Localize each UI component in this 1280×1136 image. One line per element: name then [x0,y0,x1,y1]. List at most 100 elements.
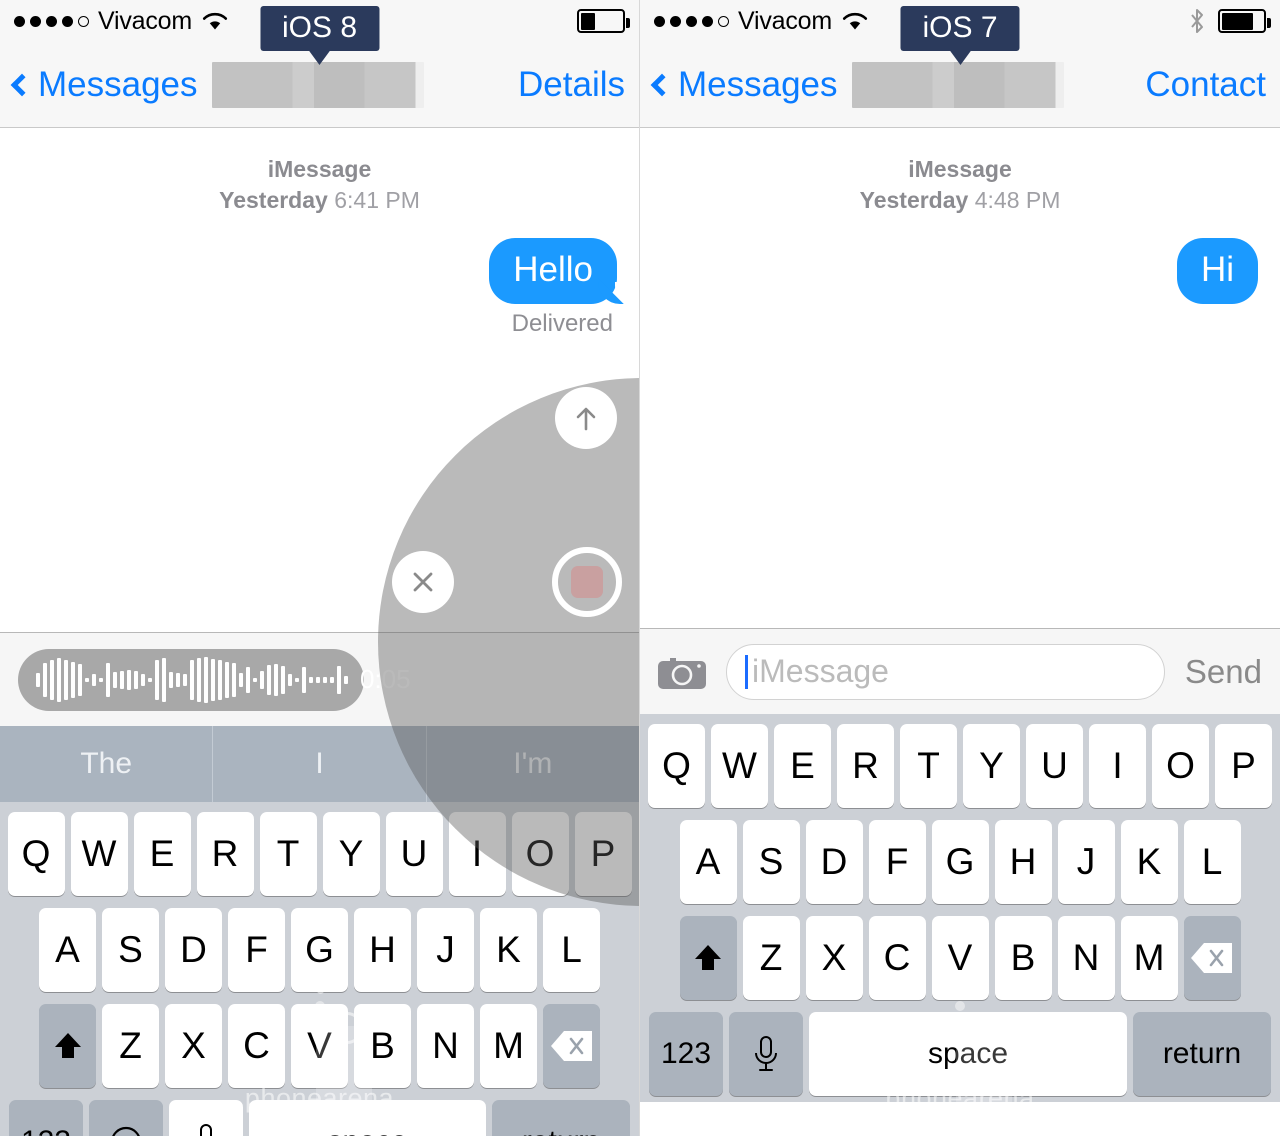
arrow-up-icon [576,407,596,431]
key-b[interactable]: B [354,1004,411,1088]
backspace-key[interactable] [1183,916,1241,1000]
key-h[interactable]: H [994,820,1052,904]
key-g[interactable]: G [931,820,989,904]
watermark-dots [314,987,325,1018]
predictive-suggestion-0[interactable]: The [0,726,214,802]
key-z[interactable]: Z [102,1004,159,1088]
dictation-key[interactable] [729,1012,803,1096]
key-q[interactable]: Q [648,724,705,808]
key-u[interactable]: U [385,812,443,896]
keyboard-row-2: ASDFGHJKL [643,820,1277,904]
key-e[interactable]: E [774,724,831,808]
timestamp-time: 4:48 PM [974,187,1061,213]
return-key[interactable]: return [1133,1012,1271,1096]
key-j[interactable]: J [1057,820,1115,904]
key-b[interactable]: B [994,916,1052,1000]
emoji-key[interactable] [89,1100,163,1136]
stop-recording-button[interactable] [552,547,622,617]
key-r[interactable]: R [837,724,894,808]
key-k[interactable]: K [1120,820,1178,904]
message-input-field[interactable]: iMessage [726,643,1165,700]
key-j[interactable]: J [417,908,474,992]
send-audio-button[interactable] [555,387,617,449]
key-o[interactable]: O [511,812,569,896]
watermark-dots [955,987,965,1018]
back-to-messages-button[interactable]: Messages [10,65,198,105]
key-f[interactable]: F [228,908,285,992]
chevron-left-icon [650,73,674,96]
key-p[interactable]: P [1215,724,1272,808]
key-s[interactable]: S [742,820,800,904]
key-m[interactable]: M [480,1004,537,1088]
keyboard-row-4: 123 space return [643,1012,1277,1096]
key-x[interactable]: X [165,1004,222,1088]
dictation-key[interactable] [169,1100,243,1136]
key-n[interactable]: N [1057,916,1115,1000]
key-u[interactable]: U [1026,724,1083,808]
timestamp: Yesterday 6:41 PM [0,187,639,214]
key-t[interactable]: T [900,724,957,808]
key-y[interactable]: Y [963,724,1020,808]
message-input-bar: iMessage Send [640,628,1280,714]
key-i[interactable]: I [448,812,506,896]
cancel-recording-button[interactable] [392,551,454,613]
space-key[interactable]: space [809,1012,1127,1096]
stop-record-icon [571,566,603,598]
key-s[interactable]: S [102,908,159,992]
delivery-status: Delivered [511,310,613,338]
details-button[interactable]: Details [518,65,625,105]
key-e[interactable]: E [133,812,191,896]
key-m[interactable]: M [1120,916,1178,1000]
version-badge-ios8: iOS 8 [259,6,380,65]
conversation-ios8: iMessage Yesterday 6:41 PM Hello Deliver… [0,128,639,632]
wifi-icon [842,11,868,31]
contact-button[interactable]: Contact [1145,65,1266,105]
signal-strength-dots [14,15,89,27]
key-i[interactable]: I [1089,724,1146,808]
contact-name-blurred [211,61,424,108]
key-c[interactable]: C [868,916,926,1000]
key-a[interactable]: A [679,820,737,904]
shift-key[interactable] [39,1004,96,1088]
space-key[interactable]: space [249,1100,486,1136]
key-l[interactable]: L [543,908,600,992]
key-w[interactable]: W [70,812,128,896]
key-w[interactable]: W [711,724,768,808]
key-r[interactable]: R [196,812,254,896]
key-f[interactable]: F [868,820,926,904]
key-x[interactable]: X [805,916,863,1000]
key-y[interactable]: Y [322,812,380,896]
key-q[interactable]: Q [7,812,65,896]
send-button[interactable]: Send [1181,653,1266,691]
audio-clip-pill[interactable]: 0:05 [18,648,411,711]
service-label: iMessage [267,156,372,182]
backspace-key[interactable] [543,1004,600,1088]
predictive-suggestion-1[interactable]: I [213,726,427,802]
key-h[interactable]: H [354,908,411,992]
message-bubble-outgoing[interactable]: Hello [489,238,633,305]
key-z[interactable]: Z [742,916,800,1000]
wifi-icon [202,11,228,31]
numbers-key[interactable]: 123 [649,1012,723,1096]
return-key[interactable]: return [492,1100,630,1136]
key-n[interactable]: N [417,1004,474,1088]
audio-waveform [36,656,348,703]
key-l[interactable]: L [1183,820,1241,904]
key-d[interactable]: D [805,820,863,904]
key-p[interactable]: P [574,812,632,896]
key-g[interactable]: G [291,908,348,992]
key-o[interactable]: O [1152,724,1209,808]
numbers-key[interactable]: 123 [9,1100,83,1136]
back-to-messages-button[interactable]: Messages [650,65,838,105]
screen-ios8: Vivacom iOS 8 Messages Details iMessage … [0,0,640,1136]
key-d[interactable]: D [165,908,222,992]
camera-icon[interactable] [654,651,710,693]
shift-key[interactable] [679,916,737,1000]
service-label: iMessage [908,156,1012,182]
message-bubble-outgoing[interactable]: Hi [1176,238,1258,305]
key-k[interactable]: K [480,908,537,992]
key-a[interactable]: A [39,908,96,992]
key-t[interactable]: T [259,812,317,896]
predictive-suggestion-2[interactable]: I'm [427,726,639,802]
key-c[interactable]: C [228,1004,285,1088]
